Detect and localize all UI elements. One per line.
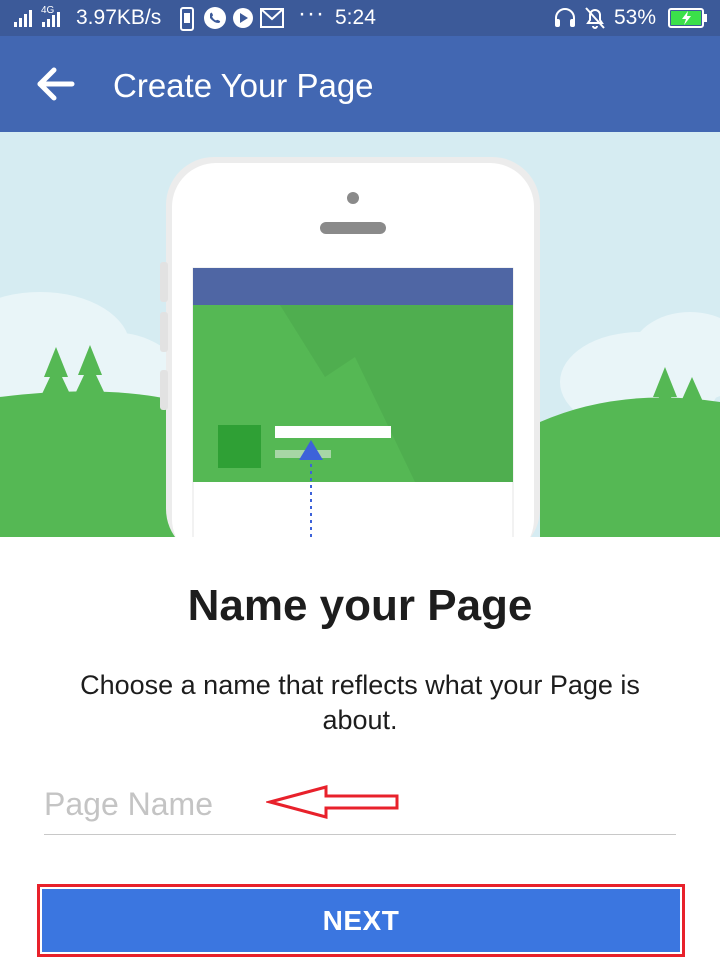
- name-page-description: Choose a name that reflects what your Pa…: [80, 670, 640, 735]
- sim-card-icon: [180, 7, 194, 31]
- signal-icon: [14, 10, 32, 27]
- more-notifications-dots: ···: [298, 0, 325, 27]
- annotation-arrow-icon: [266, 785, 399, 819]
- create-page-illustration: [0, 132, 720, 537]
- next-button[interactable]: NEXT: [42, 889, 680, 952]
- headset-icon: [555, 8, 575, 27]
- arrow-left-icon: [37, 67, 75, 101]
- signal-icon-secondary: [42, 12, 60, 27]
- battery-charging-icon: [668, 8, 707, 28]
- notifications-off-icon: [585, 7, 605, 29]
- clock-time: 5:24: [335, 6, 376, 29]
- mail-icon: [260, 8, 284, 28]
- header-illustration: [0, 132, 720, 537]
- app-bar: Create Your Page: [0, 36, 720, 132]
- network-speed: 3.97KB/s: [76, 6, 162, 29]
- page-title: Create Your Page: [113, 67, 374, 104]
- back-button[interactable]: [30, 60, 82, 108]
- whatsapp-icon: [204, 7, 226, 29]
- status-bar: 4G 3.97KB/s ··· 5:24 53%: [0, 0, 720, 36]
- name-page-heading: Name your Page: [187, 581, 533, 630]
- battery-percent: 53%: [614, 6, 657, 29]
- play-icon: [233, 8, 253, 28]
